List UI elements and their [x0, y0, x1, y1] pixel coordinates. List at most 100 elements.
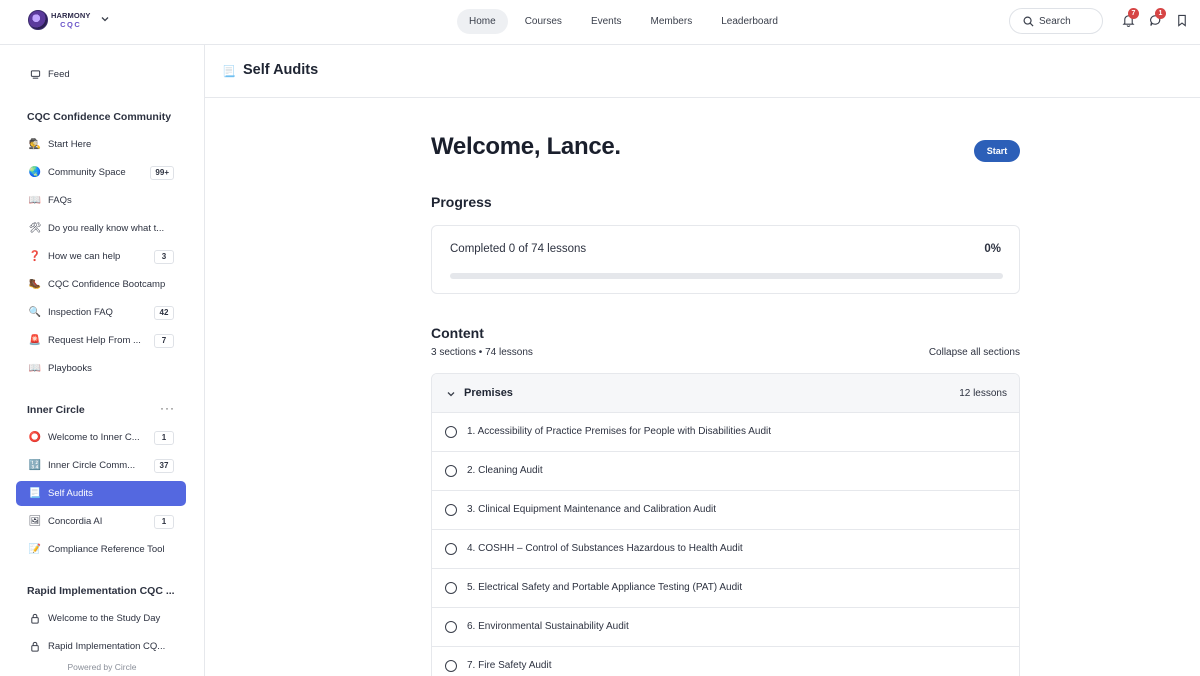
lesson-status-circle-icon — [445, 660, 457, 672]
nav-home[interactable]: Home — [457, 9, 508, 34]
search-label: Search — [1039, 15, 1071, 27]
sidebar-item[interactable]: 🛠 Do you really know what t... — [16, 216, 186, 241]
sidebar-item-label: Feed — [48, 69, 70, 80]
lesson-row[interactable]: 6. Environmental Sustainability Audit — [432, 608, 1019, 647]
sidebar-item[interactable]: 🔍 Inspection FAQ 42 — [16, 300, 186, 325]
nav-events[interactable]: Events — [579, 9, 634, 34]
top-bar: HARMONY CQC Home Courses Events Members … — [0, 0, 1200, 45]
lesson-title: 2. Cleaning Audit — [467, 465, 543, 476]
collapse-all-button[interactable]: Collapse all sections — [880, 347, 1020, 358]
search-button[interactable]: Search — [1009, 8, 1103, 34]
sidebar-item-feed[interactable]: Feed — [16, 62, 186, 87]
sidebar-group-heading[interactable]: Inner Circle — [27, 404, 85, 416]
nav-leaderboard[interactable]: Leaderboard — [709, 9, 790, 34]
sidebar-item[interactable]: 🔢 Inner Circle Comm... 37 — [16, 453, 186, 478]
sidebar-item[interactable]: 📃 Self Audits — [16, 481, 186, 506]
nav-members[interactable]: Members — [639, 9, 705, 34]
messages-badge: 1 — [1155, 8, 1166, 19]
lesson-status-circle-icon — [445, 621, 457, 633]
sidebar-emoji-icon: 🛠 — [28, 223, 42, 234]
sidebar-item[interactable]: ❓ How we can help 3 — [16, 244, 186, 269]
chevron-down-icon[interactable] — [100, 14, 110, 24]
notification-badge: 7 — [1128, 8, 1139, 19]
lesson-title: 7. Fire Safety Audit — [467, 660, 552, 671]
sidebar-emoji-icon: 🔍 — [28, 307, 42, 318]
unread-count-badge: 37 — [154, 458, 174, 473]
powered-by-link[interactable]: Powered by Circle — [0, 662, 204, 672]
lesson-row[interactable]: 3. Clinical Equipment Maintenance and Ca… — [432, 491, 1019, 530]
sidebar-emoji-icon: ❓ — [28, 251, 42, 262]
sidebar-item-label: FAQs — [48, 195, 72, 206]
sidebar-item-label: Start Here — [48, 139, 92, 150]
sidebar-emoji-icon: 📝 — [28, 544, 42, 555]
sidebar-emoji-icon: 🔢 — [28, 460, 42, 471]
sidebar-group-heading[interactable]: Rapid Implementation CQC ... — [27, 585, 175, 597]
unread-count-badge: 42 — [154, 305, 174, 320]
sidebar-item-label: Rapid Implementation CQ... — [48, 641, 166, 652]
page-icon: 📃 — [222, 66, 236, 78]
sidebar-emoji-icon: 🥾 — [28, 279, 42, 290]
bookmarks-button[interactable] — [1176, 14, 1190, 28]
sidebar-item[interactable]: 🖼 Concordia AI 1 — [16, 509, 186, 534]
sidebar-item[interactable]: 📖 FAQs — [16, 188, 186, 213]
lock-icon — [28, 613, 42, 624]
sidebar-item[interactable]: 📖 Playbooks — [16, 356, 186, 381]
section-lesson-count: 12 lessons — [959, 388, 1007, 399]
lock-icon — [28, 641, 42, 652]
unread-count-badge: 1 — [154, 430, 174, 445]
lesson-row[interactable]: 4. COSHH – Control of Substances Hazardo… — [432, 530, 1019, 569]
sidebar-emoji-icon: 🖼 — [28, 516, 42, 527]
lesson-title: 5. Electrical Safety and Portable Applia… — [467, 582, 743, 593]
sidebar: Feed CQC Confidence Community 🕵 Start Her… — [0, 45, 205, 676]
logo-line-2: CQC — [60, 20, 82, 29]
sidebar-item-rapid-implementation[interactable]: Rapid Implementation CQ... — [16, 634, 186, 659]
nav-courses[interactable]: Courses — [513, 9, 574, 34]
lesson-title: 3. Clinical Equipment Maintenance and Ca… — [467, 504, 717, 515]
lesson-status-circle-icon — [445, 504, 457, 516]
lesson-row[interactable]: 7. Fire Safety Audit — [432, 647, 1019, 676]
search-icon — [1023, 16, 1034, 27]
sidebar-item-study-day[interactable]: Welcome to the Study Day — [16, 606, 186, 631]
welcome-heading: Welcome, Lance. — [431, 133, 621, 160]
chevron-down-icon — [447, 392, 455, 397]
unread-count-badge: 99+ — [150, 165, 174, 180]
lesson-row[interactable]: 2. Cleaning Audit — [432, 452, 1019, 491]
messages-button[interactable]: 1 — [1149, 8, 1166, 28]
content-meta: 3 sections • 74 lessons — [431, 347, 533, 358]
start-button[interactable]: Start — [974, 140, 1020, 162]
sidebar-item-label: Request Help From ... — [48, 335, 141, 346]
sidebar-emoji-icon: 📖 — [28, 195, 42, 206]
sidebar-item-label: Do you really know what t... — [48, 223, 165, 234]
section-header-premises[interactable]: Premises 12 lessons — [432, 374, 1019, 413]
notifications-button[interactable]: 7 — [1122, 8, 1139, 28]
sidebar-item-label: Playbooks — [48, 363, 92, 374]
feed-icon — [28, 69, 42, 80]
sidebar-group-heading[interactable]: CQC Confidence Community — [27, 111, 171, 123]
sidebar-item[interactable]: 🌏 Community Space 99+ — [16, 160, 186, 185]
sidebar-item[interactable]: 🥾 CQC Confidence Bootcamp — [16, 272, 186, 297]
brand-logo[interactable]: HARMONY CQC — [28, 10, 90, 30]
progress-heading: Progress — [431, 194, 492, 210]
sidebar-item-label: Welcome to the Study Day — [48, 613, 161, 624]
sidebar-item-label: Community Space — [48, 167, 126, 178]
lesson-row[interactable]: 5. Electrical Safety and Portable Applia… — [432, 569, 1019, 608]
sidebar-item[interactable]: 🕵 Start Here — [16, 132, 186, 157]
course-section: Premises 12 lessons 1. Accessibility of … — [431, 373, 1020, 676]
sidebar-item-label: How we can help — [48, 251, 121, 262]
sidebar-item[interactable]: ⭕ Welcome to Inner C... 1 — [16, 425, 186, 450]
sidebar-emoji-icon: 📖 — [28, 363, 42, 374]
top-navigation: Home Courses Events Members Leaderboard — [457, 9, 795, 34]
unread-count-badge: 1 — [154, 514, 174, 529]
lesson-status-circle-icon — [445, 465, 457, 477]
page-title: Self Audits — [243, 62, 319, 78]
sidebar-item-label: Self Audits — [48, 488, 93, 499]
sidebar-item[interactable]: 📝 Compliance Reference Tool — [16, 537, 186, 562]
sidebar-item[interactable]: 🚨 Request Help From ... 7 — [16, 328, 186, 353]
logo-text: HARMONY CQC — [51, 11, 90, 29]
content-heading: Content — [431, 325, 484, 341]
logo-mark — [28, 10, 48, 30]
progress-bar — [450, 273, 1003, 279]
lesson-row[interactable]: 1. Accessibility of Practice Premises fo… — [432, 413, 1019, 452]
more-options-icon[interactable]: ··· — [160, 401, 175, 415]
lesson-title: 4. COSHH – Control of Substances Hazardo… — [467, 543, 743, 554]
